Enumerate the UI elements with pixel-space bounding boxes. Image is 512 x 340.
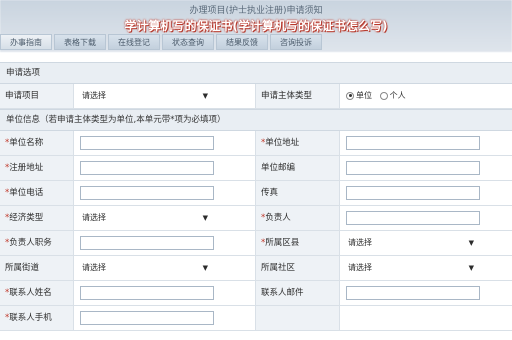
required-marker: * bbox=[5, 138, 10, 148]
required-marker: * bbox=[261, 213, 266, 223]
dropdown-arrow-icon: ▼ bbox=[202, 92, 208, 100]
section-heading-options: 申请选项 bbox=[0, 62, 512, 84]
select-value: 请选择 bbox=[82, 91, 106, 100]
select-value: 请选择 bbox=[348, 238, 372, 247]
tab-result-feedback[interactable]: 结果反馈 bbox=[216, 34, 268, 50]
field-cell bbox=[74, 131, 256, 155]
radio-unit[interactable] bbox=[346, 91, 354, 100]
form-row: *负责人职务 *所属区县 请选择 ▼ bbox=[0, 231, 512, 256]
applicant-type-radio-group: 单位 个人 bbox=[346, 89, 406, 103]
field-label: *联系人手机 bbox=[0, 306, 74, 330]
field-label: *经济类型 bbox=[0, 206, 74, 230]
form-row: 所属街道 请选择 ▼ 所属社区 请选择 ▼ bbox=[0, 256, 512, 281]
field-cell: 请选择 ▼ bbox=[340, 231, 512, 255]
select-value: 请选择 bbox=[82, 213, 106, 222]
field-label: *单位名称 bbox=[0, 131, 74, 155]
text-input[interactable] bbox=[346, 161, 480, 175]
field-label: 申请主体类型 bbox=[256, 84, 340, 108]
page-title: 办理项目(护士执业注册)申请须知 bbox=[189, 6, 323, 16]
field-cell bbox=[340, 306, 512, 330]
text-input[interactable] bbox=[346, 286, 480, 300]
text-input[interactable] bbox=[80, 161, 214, 175]
radio-label: 单位 bbox=[356, 91, 372, 100]
field-label: 申请项目 bbox=[0, 84, 74, 108]
overlay-headline: 学计算机写的保证书(学计算机写的保证书怎么写) bbox=[124, 19, 388, 33]
field-cell bbox=[74, 156, 256, 180]
field-cell bbox=[74, 281, 256, 305]
dropdown-select[interactable]: 请选择 ▼ bbox=[80, 211, 212, 225]
required-marker: * bbox=[5, 213, 10, 223]
field-label: *负责人 bbox=[256, 206, 340, 230]
select-value: 请选择 bbox=[348, 263, 372, 272]
form-row: *单位电话 传真 bbox=[0, 181, 512, 206]
dropdown-arrow-icon: ▼ bbox=[202, 264, 208, 272]
field-label bbox=[256, 306, 340, 330]
field-cell bbox=[340, 181, 512, 205]
field-cell bbox=[340, 131, 512, 155]
text-input[interactable] bbox=[80, 311, 214, 325]
field-label: *注册地址 bbox=[0, 156, 74, 180]
text-input[interactable] bbox=[80, 136, 214, 150]
tab-online-register[interactable]: 在线登记 bbox=[108, 34, 160, 50]
required-marker: * bbox=[5, 188, 10, 198]
field-label: 单位邮编 bbox=[256, 156, 340, 180]
required-marker: * bbox=[261, 238, 266, 248]
dropdown-arrow-icon: ▼ bbox=[202, 214, 208, 222]
dropdown-select[interactable]: 请选择 ▼ bbox=[346, 261, 478, 275]
required-marker: * bbox=[5, 238, 10, 248]
field-cell: 请选择 ▼ bbox=[74, 84, 256, 108]
field-label: *负责人职务 bbox=[0, 231, 74, 255]
select-value: 请选择 bbox=[82, 263, 106, 272]
field-cell: 请选择 ▼ bbox=[340, 256, 512, 280]
form-row: *联系人手机 bbox=[0, 306, 512, 331]
required-marker: * bbox=[261, 138, 266, 148]
text-input[interactable] bbox=[80, 236, 214, 250]
tab-status-query[interactable]: 状态查询 bbox=[162, 34, 214, 50]
field-cell bbox=[340, 206, 512, 230]
section-heading-unit-info: 单位信息（若申请主体类型为单位,本单元带*项为必填项） bbox=[0, 109, 512, 131]
project-select[interactable]: 请选择 ▼ bbox=[80, 89, 212, 103]
required-marker: * bbox=[5, 163, 10, 173]
field-cell: 单位 个人 bbox=[340, 84, 512, 108]
field-cell: 请选择 ▼ bbox=[74, 206, 256, 230]
field-cell bbox=[74, 306, 256, 330]
application-form: 申请选项 申请项目 请选择 ▼ 申请主体类型 单位 个人 单位信息（若申请主体类… bbox=[0, 62, 512, 331]
field-label: *所属区县 bbox=[256, 231, 340, 255]
form-row: *经济类型 请选择 ▼ *负责人 bbox=[0, 206, 512, 231]
field-cell bbox=[340, 281, 512, 305]
text-input[interactable] bbox=[346, 211, 480, 225]
form-row: 申请项目 请选择 ▼ 申请主体类型 单位 个人 bbox=[0, 84, 512, 109]
field-label: 所属街道 bbox=[0, 256, 74, 280]
form-row: *单位名称 *单位地址 bbox=[0, 131, 512, 156]
field-label: *单位电话 bbox=[0, 181, 74, 205]
form-row: *联系人姓名 联系人邮件 bbox=[0, 281, 512, 306]
dropdown-arrow-icon: ▼ bbox=[468, 264, 474, 272]
dropdown-select[interactable]: 请选择 ▼ bbox=[80, 261, 212, 275]
field-cell bbox=[74, 181, 256, 205]
text-input[interactable] bbox=[80, 286, 214, 300]
field-label: *单位地址 bbox=[256, 131, 340, 155]
required-marker: * bbox=[5, 288, 10, 298]
tab-bar: 办事指南 表格下载 在线登记 状态查询 结果反馈 咨询投诉 bbox=[0, 34, 512, 50]
field-cell bbox=[74, 231, 256, 255]
field-label: *联系人姓名 bbox=[0, 281, 74, 305]
field-label: 所属社区 bbox=[256, 256, 340, 280]
tab-guide[interactable]: 办事指南 bbox=[0, 34, 52, 50]
field-cell: 请选择 ▼ bbox=[74, 256, 256, 280]
field-cell bbox=[340, 156, 512, 180]
tab-form-download[interactable]: 表格下载 bbox=[54, 34, 106, 50]
text-input[interactable] bbox=[346, 186, 480, 200]
text-input[interactable] bbox=[346, 136, 480, 150]
tab-complaint[interactable]: 咨询投诉 bbox=[270, 34, 322, 50]
required-marker: * bbox=[5, 313, 10, 323]
radio-individual[interactable] bbox=[379, 91, 388, 100]
dropdown-select[interactable]: 请选择 ▼ bbox=[346, 236, 478, 250]
dropdown-arrow-icon: ▼ bbox=[468, 239, 474, 247]
form-row: *注册地址 单位邮编 bbox=[0, 156, 512, 181]
radio-label: 个人 bbox=[389, 91, 406, 100]
text-input[interactable] bbox=[80, 186, 214, 200]
field-label: 传真 bbox=[256, 181, 340, 205]
field-label: 联系人邮件 bbox=[256, 281, 340, 305]
